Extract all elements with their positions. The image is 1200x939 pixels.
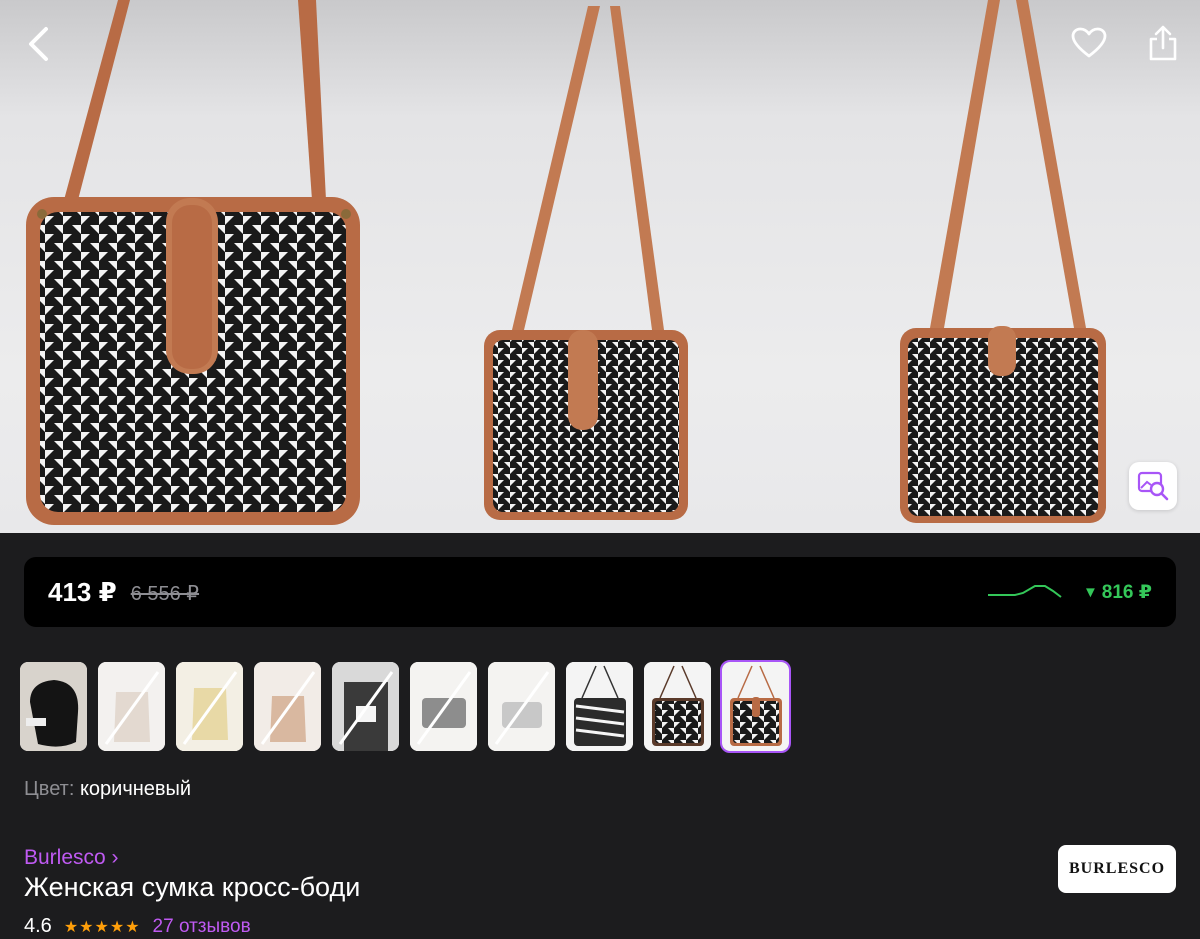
share-button[interactable] (1140, 20, 1186, 66)
variant-thumbnail-selected[interactable] (720, 660, 791, 753)
current-price: 413 ₽ (48, 576, 117, 607)
color-label: Цвет: (24, 778, 75, 800)
product-image-gallery[interactable] (0, 0, 1200, 533)
price-drop-value: 816 ₽ (1101, 581, 1152, 603)
variant-thumbnail[interactable] (332, 662, 399, 751)
favorite-button[interactable] (1066, 20, 1112, 66)
rating-value: 4.6 (24, 915, 52, 937)
rating-stars: ★★★★★ (63, 918, 141, 936)
heart-icon (1071, 27, 1107, 58)
price-trend-sparkline (987, 585, 1062, 598)
old-price: 6 556 ₽ (130, 583, 200, 605)
color-selection: Цвет: коричневый (24, 778, 191, 801)
brand-logo[interactable]: BURLESCO (1058, 845, 1176, 893)
color-value: коричневый (79, 778, 192, 800)
price-bar[interactable]: 413 ₽ 6 556 ₽ ▼ 816 ₽ (24, 557, 1176, 627)
image-search-button[interactable] (1129, 462, 1177, 510)
product-title: Женская сумка кросс-боди (24, 872, 361, 902)
price-drop: ▼ 816 ₽ (1083, 581, 1152, 604)
variant-thumbnail[interactable] (254, 662, 321, 751)
triangle-down-icon: ▼ (1082, 583, 1098, 601)
brand-link[interactable]: Burlesco › (24, 846, 119, 870)
rating-row: 4.6 ★★★★★ 27 отзывов (24, 915, 251, 938)
bag-small (900, 0, 1106, 523)
image-search-icon (1137, 471, 1169, 501)
back-button[interactable] (18, 22, 58, 66)
price-trend: ▼ 816 ₽ (987, 581, 1152, 604)
variant-thumbnail[interactable] (98, 662, 165, 751)
bag-large (26, 0, 360, 525)
share-icon (1149, 25, 1177, 61)
chevron-left-icon (29, 27, 48, 61)
product-photo (26, 0, 1106, 525)
variant-thumbnail[interactable] (20, 662, 87, 751)
reviews-link[interactable]: 27 отзывов (153, 916, 251, 938)
variant-thumbnail[interactable] (410, 662, 477, 751)
variant-thumbnail[interactable] (176, 662, 243, 751)
variant-thumbnail[interactable] (644, 662, 711, 751)
variant-thumbnails (20, 660, 791, 753)
variant-thumbnail[interactable] (488, 662, 555, 751)
bag-medium (484, 6, 688, 520)
variant-thumbnail[interactable] (566, 662, 633, 751)
